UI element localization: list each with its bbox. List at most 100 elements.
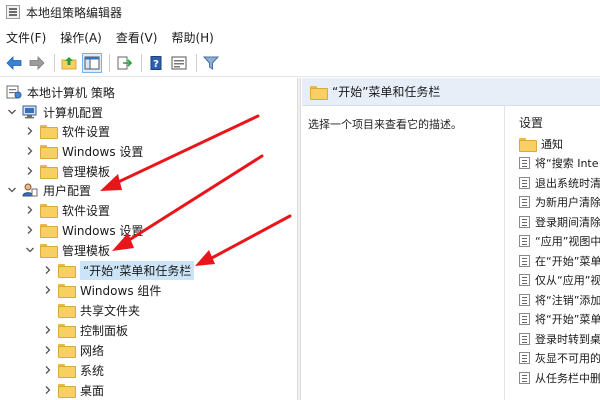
tree-node-network[interactable]: 网络 [42, 340, 104, 360]
folder-icon [58, 384, 76, 398]
tree-node-label: 用户配置 [43, 183, 92, 198]
pane-splitter[interactable] [297, 78, 301, 400]
setting-row[interactable]: 登录时转到桌 [505, 329, 600, 349]
chevron-down-icon[interactable] [6, 106, 18, 118]
chevron-right-icon[interactable] [24, 204, 36, 216]
tree-node-local-policy[interactable]: 本地计算机 策略 [6, 82, 115, 102]
chevron-right-icon[interactable] [42, 364, 54, 376]
tree-node-label: “开始”菜单和任务栏 [80, 260, 195, 280]
tree-node-control-panel[interactable]: 控制面板 [42, 320, 128, 340]
tree-node-label: 共享文件夹 [80, 303, 141, 318]
details-description: 选择一个项目来查看它的描述。 [308, 118, 462, 131]
setting-label: 将“搜索 Inte [535, 157, 599, 171]
title-bar: 本地组策略编辑器 [0, 0, 600, 24]
chevron-right-icon[interactable] [24, 165, 36, 177]
setting-row[interactable]: 仅从“应用”视 [505, 271, 600, 291]
setting-row[interactable]: 将“开始”菜单 [505, 310, 600, 330]
chevron-right-icon[interactable] [42, 384, 54, 396]
policy-setting-icon [519, 215, 530, 228]
folder-icon [40, 145, 58, 159]
help-icon[interactable]: ? [146, 53, 166, 73]
tree-node-admin-templates[interactable]: 管理模板 [24, 161, 110, 181]
setting-row[interactable]: 退出系统时清 [505, 173, 600, 193]
tree-node-software-settings[interactable]: 软件设置 [24, 121, 110, 141]
policy-setting-icon [519, 254, 530, 267]
folder-icon [40, 224, 58, 238]
setting-row[interactable]: 为新用户清除 [505, 193, 600, 213]
chevron-right-icon[interactable] [24, 145, 36, 157]
setting-label: 灰显不可用的 [535, 352, 600, 366]
up-folder-icon[interactable] [59, 53, 79, 73]
tree-node-label: 系统 [80, 363, 105, 378]
show-tree-icon[interactable] [82, 52, 102, 73]
tree-node-label: 计算机配置 [43, 105, 104, 120]
policy-setting-icon [519, 352, 530, 365]
folder-icon [40, 165, 58, 179]
computer-icon [22, 105, 38, 119]
toolbar-separator [54, 53, 55, 72]
folder-icon [519, 137, 537, 152]
chevron-right-icon[interactable] [42, 324, 54, 336]
details-header: “开始”菜单和任务栏 [302, 78, 600, 106]
setting-row[interactable]: 通知 [505, 134, 600, 154]
menu-view[interactable]: 查看(V) [116, 29, 158, 46]
policy-setting-icon [519, 313, 530, 326]
policy-setting-icon [519, 176, 530, 189]
details-pane: “开始”菜单和任务栏 选择一个项目来查看它的描述。 设置 通知将“搜索 Inte… [302, 78, 600, 400]
tree-node-label: 软件设置 [62, 124, 111, 139]
setting-label: 登录时转到桌 [535, 332, 600, 346]
export-list-icon[interactable] [114, 53, 134, 73]
forward-arrow-icon[interactable] [27, 53, 47, 73]
setting-row[interactable]: 登录期间清除 [505, 212, 600, 232]
policy-setting-icon [519, 235, 530, 248]
chevron-right-icon[interactable] [24, 125, 36, 137]
tree-node-windows-settings[interactable]: Windows 设置 [24, 141, 143, 161]
tree-node-user-admin-templates[interactable]: 管理模板 [24, 240, 110, 260]
chevron-right-icon[interactable] [42, 344, 54, 356]
folder-icon [40, 244, 58, 258]
chevron-right-icon[interactable] [42, 284, 54, 296]
tree-node-windows-components[interactable]: Windows 组件 [42, 280, 161, 300]
setting-row[interactable]: “应用”视图中 [505, 232, 600, 252]
toolbar-separator [196, 53, 197, 72]
setting-row[interactable]: 将“搜索 Inte [505, 154, 600, 174]
tree-node-system[interactable]: 系统 [42, 360, 104, 380]
chevron-down-icon[interactable] [24, 244, 36, 256]
tree-node-shared-folders[interactable]: 共享文件夹 [58, 300, 140, 320]
tree-node-user-windows-settings[interactable]: Windows 设置 [24, 220, 143, 240]
chevron-down-icon[interactable] [6, 184, 18, 196]
setting-label: 在“开始”菜单 [535, 254, 600, 268]
setting-row[interactable]: 将“注销”添加 [505, 290, 600, 310]
setting-row[interactable]: 灰显不可用的 [505, 349, 600, 369]
folder-icon [58, 304, 76, 318]
back-arrow-icon[interactable] [4, 53, 24, 73]
chevron-right-icon[interactable] [42, 264, 54, 276]
folder-icon [58, 284, 76, 298]
tree-node-start-menu-taskbar[interactable]: “开始”菜单和任务栏 [42, 260, 195, 280]
tree-node-user-config[interactable]: 用户配置 [6, 180, 91, 200]
properties-icon[interactable] [169, 53, 189, 73]
tree-node-desktop[interactable]: 桌面 [42, 380, 104, 400]
menu-help[interactable]: 帮助(H) [171, 29, 213, 46]
setting-row[interactable]: 在“开始”菜单 [505, 251, 600, 271]
settings-column-header[interactable]: 设置 [505, 110, 600, 134]
menu-file[interactable]: 文件(F) [6, 29, 46, 46]
toolbar: ? [0, 49, 600, 77]
policy-setting-icon [519, 274, 530, 287]
tree-pane[interactable]: 本地计算机 策略 计算机配置 软件设置 Windows 设置 管理模板 用户配置… [0, 78, 297, 400]
tree-node-computer-config[interactable]: 计算机配置 [6, 102, 103, 122]
tree-node-label: 管理模板 [62, 164, 111, 179]
folder-icon [58, 264, 76, 278]
policy-icon [6, 85, 22, 99]
menu-action[interactable]: 操作(A) [60, 29, 102, 46]
toolbar-separator [141, 53, 142, 72]
folder-icon [58, 364, 76, 378]
toolbar-separator [109, 53, 110, 72]
tree-node-label: 控制面板 [80, 323, 129, 338]
chevron-right-icon[interactable] [24, 224, 36, 236]
setting-row[interactable]: 从任务栏中删 [505, 368, 600, 388]
filter-icon[interactable] [201, 53, 221, 73]
tree-node-user-software-settings[interactable]: 软件设置 [24, 200, 110, 220]
svg-text:?: ? [153, 59, 159, 70]
settings-list[interactable]: 设置 通知将“搜索 Inte 退出系统时清 为新用户清除 登录期间清除 “应用”视图中在… [504, 106, 600, 400]
